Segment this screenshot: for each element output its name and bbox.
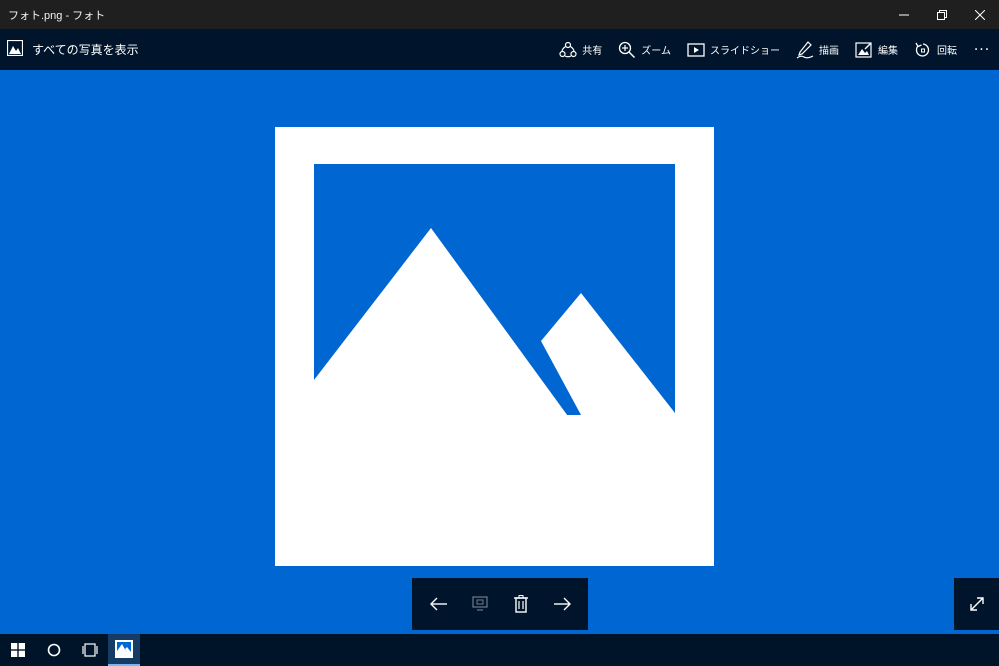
rotate-button[interactable]: 回転 — [906, 29, 965, 70]
photos-app-icon — [115, 640, 133, 658]
close-icon — [975, 9, 985, 20]
photo-navigation-bar — [412, 578, 588, 630]
add-to-album-icon — [471, 596, 488, 611]
share-icon — [559, 41, 577, 57]
delete-button[interactable] — [503, 586, 539, 622]
slideshow-label: スライドショー — [710, 46, 780, 57]
displayed-photo[interactable] — [275, 127, 714, 566]
zoom-label: ズーム — [641, 46, 671, 57]
taskbar — [0, 634, 999, 666]
view-all-photos-button[interactable]: すべての写真を表示 — [0, 29, 139, 70]
next-icon — [553, 597, 571, 611]
minimize-button[interactable] — [885, 0, 923, 29]
zoom-button[interactable]: ズーム — [610, 29, 679, 70]
window-title: フォト.png - フォト — [8, 9, 106, 22]
add-to-album-button[interactable] — [462, 586, 498, 622]
zoom-icon — [619, 41, 636, 58]
fullscreen-button[interactable] — [954, 578, 999, 630]
previous-button[interactable] — [421, 586, 457, 622]
photo-placeholder-image — [275, 127, 714, 566]
command-actions: 共有 ズーム スライドショー 描画 編集 回転 ··· — [551, 29, 999, 70]
close-button[interactable] — [961, 0, 999, 29]
draw-icon — [796, 40, 814, 58]
draw-button[interactable]: 描画 — [788, 29, 847, 70]
slideshow-button[interactable]: スライドショー — [679, 29, 788, 70]
more-icon: ··· — [973, 41, 991, 58]
edit-label: 編集 — [878, 46, 898, 57]
task-view-icon — [82, 643, 98, 657]
cortana-icon — [47, 643, 61, 657]
photos-taskbar-app[interactable] — [108, 634, 140, 666]
start-button[interactable] — [0, 634, 36, 666]
edit-icon — [855, 41, 872, 58]
edit-button[interactable]: 編集 — [847, 29, 906, 70]
share-label: 共有 — [582, 46, 603, 57]
delete-icon — [513, 595, 528, 613]
cortana-button[interactable] — [36, 634, 72, 666]
next-button[interactable] — [544, 586, 580, 622]
rotate-label: 回転 — [937, 46, 957, 57]
slideshow-icon — [687, 42, 705, 57]
minimize-icon — [899, 14, 909, 15]
windows-start-icon — [11, 643, 25, 657]
more-options-button[interactable]: ··· — [965, 29, 999, 70]
view-all-photos-label: すべての写真を表示 — [32, 43, 139, 57]
title-bar: フォト.png - フォト — [0, 0, 999, 29]
task-view-button[interactable] — [72, 634, 108, 666]
expand-icon — [969, 597, 984, 611]
share-button[interactable]: 共有 — [551, 29, 610, 70]
restore-button[interactable] — [923, 0, 961, 29]
gallery-icon — [6, 39, 24, 60]
previous-icon — [429, 597, 447, 611]
rotate-icon — [915, 42, 930, 57]
command-bar: すべての写真を表示 共有 ズーム スライドショー 描画 編集 回転 ··· — [0, 29, 999, 70]
window-controls — [885, 0, 999, 29]
restore-icon — [937, 9, 947, 20]
draw-label: 描画 — [819, 46, 839, 57]
